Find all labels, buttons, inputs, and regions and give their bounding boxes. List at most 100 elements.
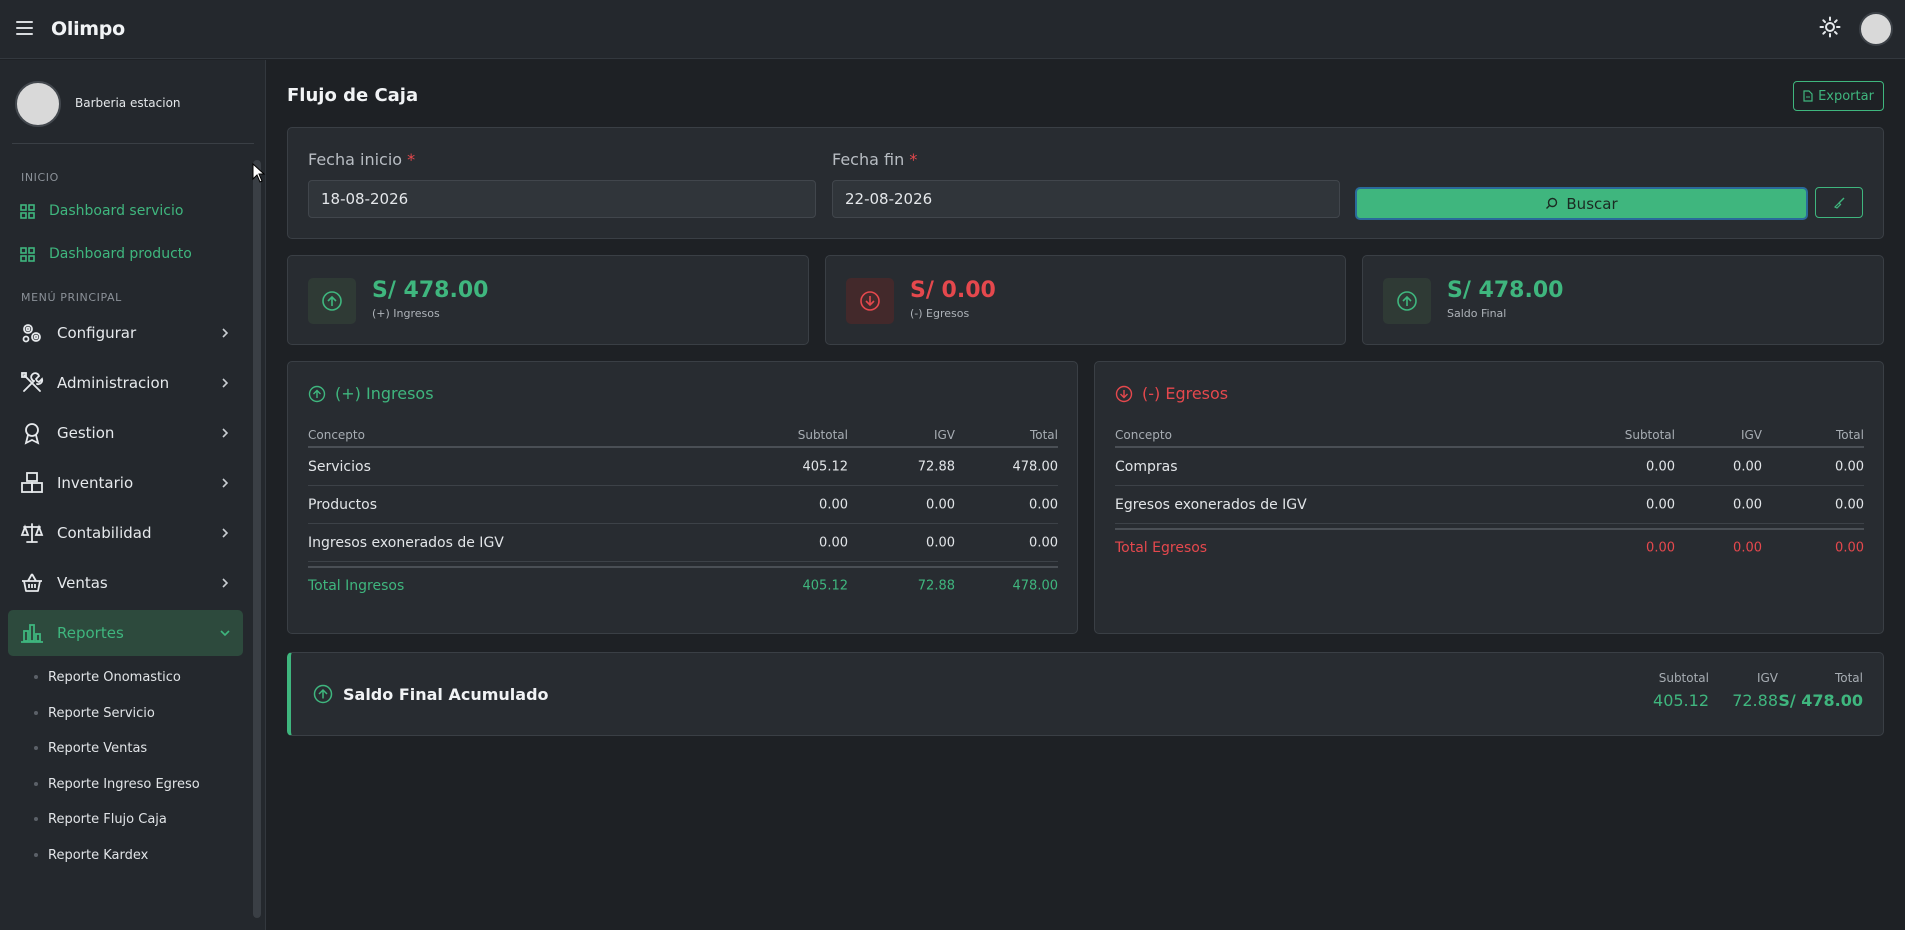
cell-subtotal: 0.00 (1646, 540, 1675, 556)
cell-concepto: Total Egresos (1115, 540, 1208, 556)
cell-concepto: Productos (308, 496, 378, 513)
table-row: Servicios 405.12 72.88 478.00 (308, 448, 1058, 486)
saldo-total-value: S/ 478.00 (1778, 691, 1863, 710)
top-bar: Olimpo (0, 0, 1905, 59)
col-header: Total (1835, 428, 1864, 442)
cell-igv: 0.00 (926, 535, 955, 550)
chevron-right-icon (222, 578, 229, 588)
stat-card-saldo: S/ 478.00 Saldo Final (1362, 255, 1884, 345)
col-header: Concepto (308, 428, 365, 442)
sidebar-item-gestion[interactable]: Gestion (8, 410, 243, 456)
chevron-right-icon (222, 428, 229, 438)
col-header: Total (1029, 428, 1058, 442)
table-total-row: Total Egresos 0.00 0.00 0.00 (1115, 528, 1864, 566)
col-header: Subtotal (1624, 428, 1675, 442)
table-header: Concepto Subtotal IGV Total (1115, 424, 1864, 448)
saldo-final-card: Saldo Final Acumulado Subtotal 405.12 IG… (287, 652, 1884, 736)
end-date-input[interactable]: 22-08-2026 (832, 180, 1340, 218)
col-header: IGV (1740, 428, 1762, 442)
end-date-label: Fecha fin * (832, 150, 917, 169)
cell-concepto: Ingresos exonerados de IGV (308, 534, 504, 551)
sidebar-item-label: Dashboard producto (49, 246, 192, 262)
sidebar-item-dashboard-servicio[interactable]: Dashboard servicio (20, 200, 183, 222)
saldo-igv: IGV 72.88 (1732, 671, 1778, 710)
saldo-subtotal-value: 405.12 (1653, 691, 1709, 710)
section-label-inicio: INICIO (21, 171, 59, 184)
cell-igv: 0.00 (1733, 459, 1762, 474)
sun-icon[interactable] (1819, 16, 1841, 38)
cell-total: 0.00 (1835, 459, 1864, 474)
cell-igv: 72.88 (917, 459, 955, 474)
saldo-subtotal: Subtotal 405.12 (1653, 671, 1709, 710)
chevron-right-icon (222, 478, 229, 488)
cell-total: 478.00 (1012, 578, 1059, 594)
chevron-right-icon (222, 528, 229, 538)
sidebar-item-label: Ventas (57, 574, 108, 592)
tools-icon (20, 371, 44, 395)
egresos-table: Concepto Subtotal IGV Total Compras 0.00… (1115, 424, 1864, 566)
cell-concepto: Egresos exonerados de IGV (1115, 496, 1307, 513)
chevron-right-icon (222, 378, 229, 388)
sidebar-item-contabilidad[interactable]: Contabilidad (8, 510, 243, 556)
bullet-dot (34, 853, 38, 857)
sidebar-subitem-reporte-servicio[interactable]: Reporte Servicio (34, 704, 155, 722)
sidebar-item-inventario[interactable]: Inventario (8, 460, 243, 506)
dashboard-grid-icon (20, 203, 35, 219)
arrow-up-circle-icon (308, 385, 326, 402)
table-row: Productos 0.00 0.00 0.00 (308, 486, 1058, 524)
sidebar-item-administracion[interactable]: Administracion (8, 360, 243, 406)
start-date-label-text: Fecha inicio (308, 150, 403, 169)
search-button[interactable]: Buscar (1355, 187, 1808, 220)
cell-concepto: Servicios (308, 458, 371, 475)
saldo-title-text: Saldo Final Acumulado (343, 684, 549, 704)
table-row: Egresos exonerados de IGV 0.00 0.00 0.00 (1115, 486, 1864, 524)
end-date-value: 22-08-2026 (845, 190, 933, 208)
end-date-label-text: Fecha fin (832, 150, 905, 169)
cell-concepto: Total Ingresos (308, 578, 405, 594)
sidebar-item-dashboard-producto[interactable]: Dashboard producto (20, 243, 192, 265)
sidebar-subitem-label: Reporte Kardex (48, 847, 149, 863)
sidebar-item-reportes[interactable]: Reportes (8, 610, 243, 656)
bullet-dot (34, 711, 38, 715)
cell-igv: 0.00 (926, 497, 955, 512)
clear-filters-button[interactable] (1815, 187, 1863, 218)
cell-subtotal: 0.00 (819, 497, 848, 512)
egresos-panel: (-) Egresos Concepto Subtotal IGV Total … (1094, 361, 1884, 634)
sidebar-item-configurar[interactable]: Configurar (8, 310, 243, 356)
arrow-up-circle-icon (308, 278, 356, 324)
cell-igv: 72.88 (917, 578, 955, 594)
file-icon (1803, 90, 1813, 102)
saldo-igv-label: IGV (1756, 671, 1778, 685)
hamburger-menu-icon[interactable] (16, 21, 33, 35)
mouse-cursor-icon (252, 163, 266, 183)
page-title: Flujo de Caja (287, 85, 419, 106)
app-brand[interactable]: Olimpo (51, 18, 125, 40)
required-mark: * (407, 150, 416, 169)
ingresos-table: Concepto Subtotal IGV Total Servicios 40… (308, 424, 1058, 604)
gears-icon (20, 321, 44, 345)
badge-icon (20, 421, 44, 445)
cell-subtotal: 405.12 (802, 578, 849, 594)
saldo-igv-value: 72.88 (1732, 691, 1778, 710)
sidebar-subitem-reporte-ventas[interactable]: Reporte Ventas (34, 739, 147, 757)
sidebar-item-ventas[interactable]: Ventas (8, 560, 243, 606)
sidebar-subitem-reporte-onomastico[interactable]: Reporte Onomastico (34, 668, 181, 686)
bullet-dot (34, 675, 38, 679)
sidebar-item-label: Gestion (57, 424, 115, 442)
sidebar-subitem-reporte-flujo-caja[interactable]: Reporte Flujo Caja (34, 810, 167, 828)
start-date-input[interactable]: 18-08-2026 (308, 180, 816, 218)
sidebar-item-label: Reportes (57, 624, 124, 642)
export-label: Exportar (1818, 88, 1874, 104)
col-header: IGV (933, 428, 955, 442)
stat-label: (+) Ingresos (372, 307, 440, 320)
user-avatar[interactable] (1859, 12, 1893, 46)
sidebar-subitem-reporte-ingreso-egreso[interactable]: Reporte Ingreso Egreso (34, 775, 200, 793)
sidebar-scrollbar[interactable] (253, 160, 261, 918)
broom-icon (1833, 197, 1845, 209)
saldo-total: Total S/ 478.00 (1778, 671, 1863, 710)
sidebar-subitem-reporte-kardex[interactable]: Reporte Kardex (34, 846, 148, 864)
stat-value: S/ 478.00 (372, 278, 489, 303)
stat-card-egresos: S/ 0.00 (-) Egresos (825, 255, 1346, 345)
bar-chart-icon (20, 621, 44, 645)
export-button[interactable]: Exportar (1793, 81, 1884, 111)
